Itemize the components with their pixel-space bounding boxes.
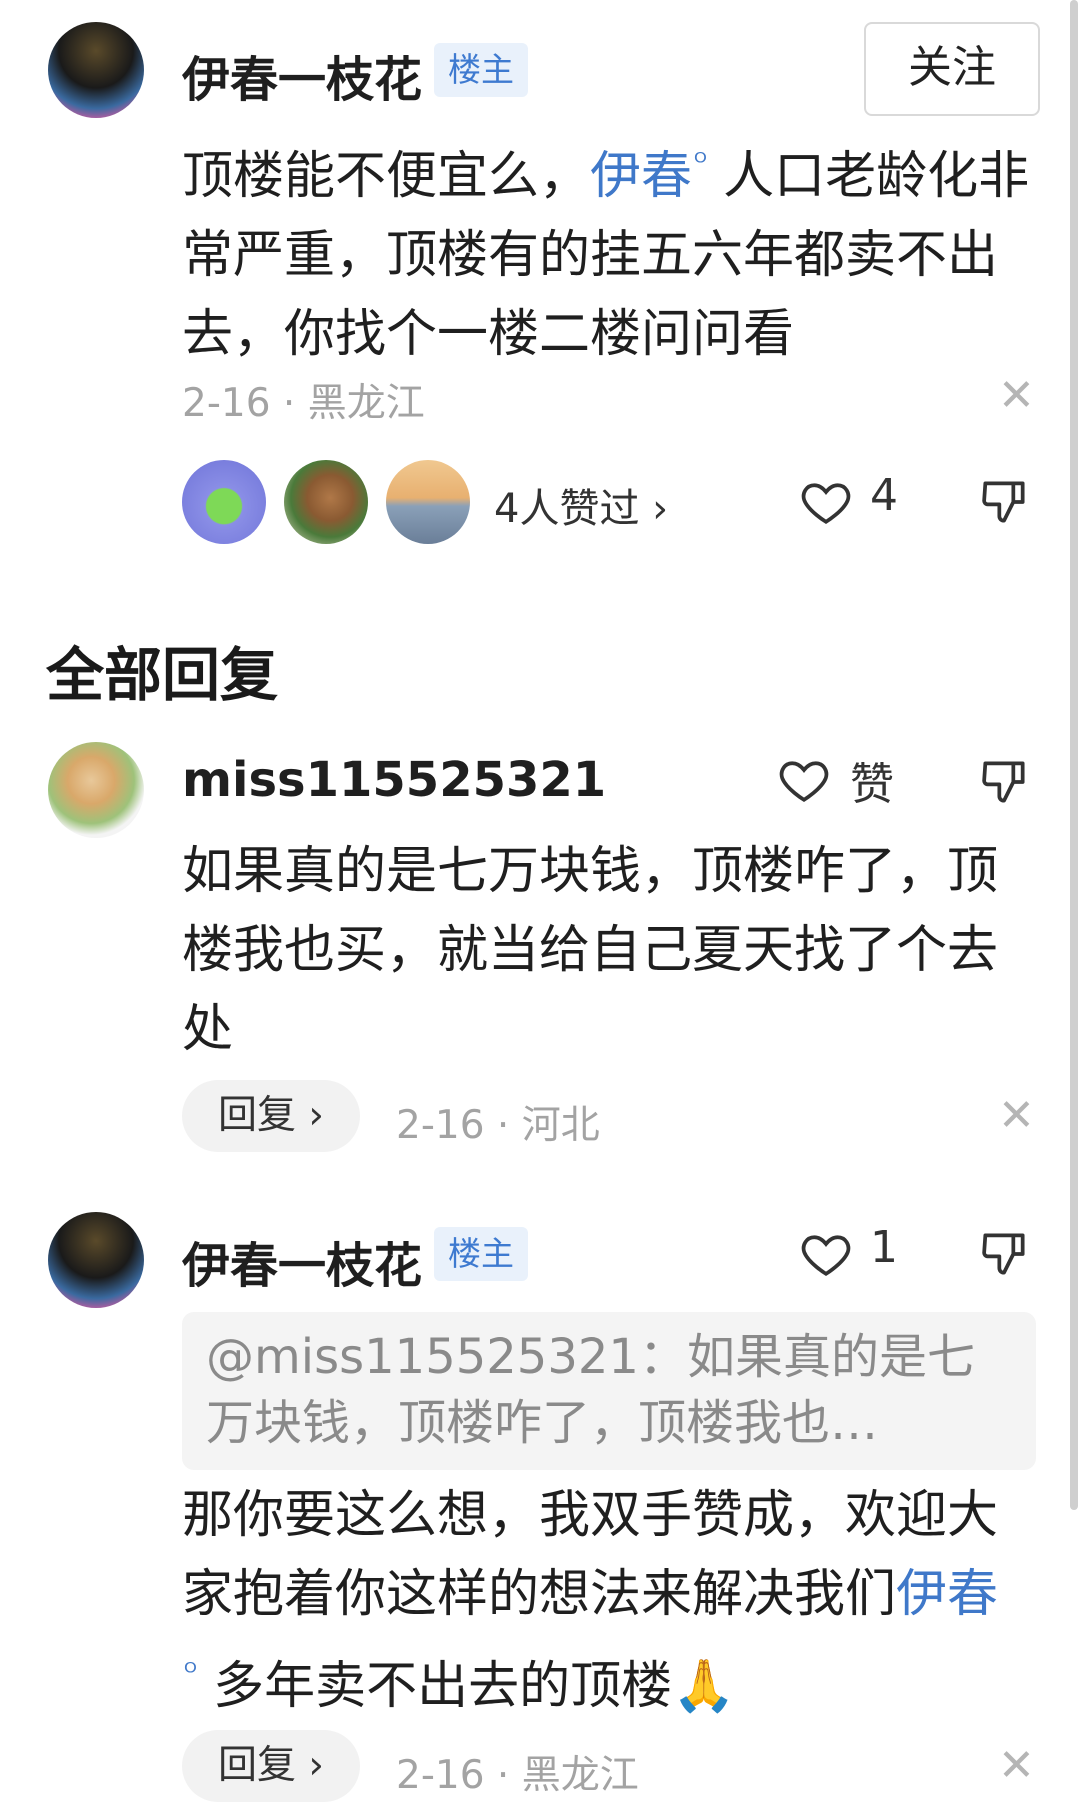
location-link-label: 伊春 (896, 1565, 999, 1624)
reply-text: 如果真的是七万块钱，顶楼咋了，顶楼我也买，就当给自己夏天找了个去处 (182, 842, 999, 1059)
scrollbar[interactable] (1070, 0, 1078, 1510)
heart-icon (779, 761, 829, 803)
reply-like-label: 赞 (850, 759, 894, 810)
reply-text-after: 多年卖不出去的顶楼 (196, 1657, 673, 1716)
reply-meta: 2-16 · 黑龙江 (396, 1753, 639, 1798)
section-title: 全部回复 (46, 641, 279, 709)
reply-text-before: 那你要这么想，我双手赞成，欢迎大家抱着你这样的想法来解决我们 (182, 1486, 999, 1624)
thumbs-down-icon[interactable] (976, 1226, 1032, 1282)
thumbs-down-icon[interactable] (976, 474, 1032, 530)
reply-like-button[interactable]: 赞 (776, 748, 906, 812)
follow-button[interactable]: 关注 (864, 22, 1040, 116)
author-avatar[interactable] (48, 22, 144, 118)
op-badge: 楼主 (434, 43, 528, 97)
reply-like-count: 1 (870, 1222, 898, 1273)
folded-hands-emoji: 🙏 (672, 1657, 736, 1716)
liker-avatar[interactable] (284, 460, 368, 544)
post-text-before: 顶楼能不便宜么， (182, 147, 591, 206)
reply-avatar[interactable] (48, 1212, 144, 1308)
author-name[interactable]: 伊春一枝花 (182, 40, 422, 110)
liker-avatar[interactable] (386, 460, 470, 544)
close-icon[interactable]: ✕ (998, 374, 1035, 418)
reply-button[interactable]: 回复 › (182, 1730, 360, 1802)
close-icon[interactable]: ✕ (998, 1744, 1035, 1788)
heart-icon (801, 1235, 851, 1277)
quoted-reply[interactable]: @miss115525321：如果真的是七万块钱，顶楼咋了，顶楼我也… (182, 1312, 1036, 1470)
post-text: 顶楼能不便宜么，伊春ᴼ 人口老龄化非常严重，顶楼有的挂五六年都卖不出去，你找个一… (182, 124, 1042, 374)
link-pin-icon: ᴼ (184, 1658, 197, 1688)
thumbs-down-icon[interactable] (976, 754, 1032, 810)
link-pin-icon: ᴼ (694, 148, 707, 178)
location-link[interactable]: 伊春ᴼ (590, 147, 707, 206)
reply-meta: 2-16 · 河北 (396, 1103, 600, 1148)
reply-author[interactable]: miss115525321 (182, 752, 606, 808)
reply-like-button[interactable]: 1 (798, 1222, 908, 1286)
liker-avatar[interactable] (182, 460, 266, 544)
like-count: 4 (870, 470, 898, 521)
reply-button[interactable]: 回复 › (182, 1080, 360, 1152)
post-meta: 2-16 · 黑龙江 (182, 381, 425, 426)
heart-icon (801, 483, 851, 525)
reply-avatar[interactable] (48, 742, 144, 838)
likers-link[interactable]: 4人赞过 › (494, 476, 668, 534)
reply-text: 那你要这么想，我双手赞成，欢迎大家抱着你这样的想法来解决我们伊春 ᴼ 多年卖不出去… (182, 1476, 1002, 1726)
reply-author[interactable]: 伊春一枝花 (182, 1226, 422, 1296)
like-button[interactable]: 4 (798, 470, 908, 534)
close-icon[interactable]: ✕ (998, 1094, 1035, 1138)
location-link-label: 伊春 (590, 147, 693, 206)
op-badge: 楼主 (434, 1227, 528, 1281)
